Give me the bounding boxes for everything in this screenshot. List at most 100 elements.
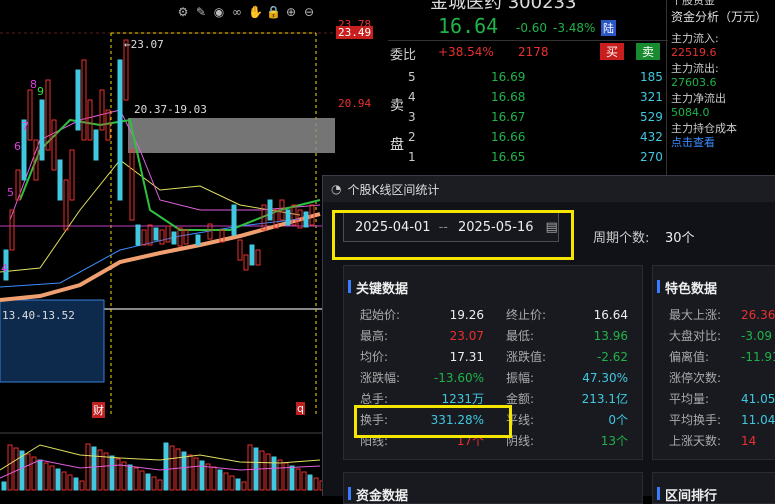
stat-label: 涨跌幅: [360, 371, 401, 385]
eye-icon[interactable]: ◉ [212, 5, 226, 19]
candle [129, 149, 135, 221]
fund-analysis-panel: 个股资金 资金分析（万元） 主力流入: 22519.6 主力流出: 27603.… [666, 0, 775, 175]
stat-value: -2.62 [596, 350, 628, 364]
special-stat-label: 偏离值: [669, 350, 710, 364]
candle [195, 234, 201, 246]
candle [39, 99, 45, 161]
volume-bar [163, 442, 169, 491]
ask-level-volume: 432 [640, 130, 663, 144]
outflow-value: 27603.6 [671, 76, 717, 89]
ask-level-price[interactable]: 16.68 [491, 90, 525, 104]
ask-level-price[interactable]: 16.69 [491, 70, 525, 84]
volume-bar [37, 459, 43, 491]
candle [117, 59, 123, 201]
stat-value: 16.64 [593, 308, 628, 322]
special-stat-value: 11.04 [741, 413, 775, 427]
inflow-value: 22519.6 [671, 46, 717, 59]
volume-bar [301, 471, 307, 491]
wave-num-6: 6 [14, 140, 21, 153]
interval-rank-card: 区间排行 [652, 472, 775, 504]
draw-pen-icon[interactable]: ✎ [194, 5, 208, 19]
ask-level-num: 3 [408, 110, 416, 124]
event-marker-q[interactable]: q [296, 402, 305, 415]
weibi-count: 2178 [518, 45, 549, 59]
candle [255, 249, 261, 266]
range-label: 20.37-19.03 [134, 103, 207, 116]
candle [105, 109, 111, 141]
kline-chart-canvas[interactable] [0, 0, 335, 495]
volume-bar [67, 474, 73, 491]
stat-label: 涨跌值: [506, 350, 547, 364]
volume-bar [229, 475, 235, 491]
ask-level-volume: 185 [640, 70, 663, 84]
volume-bar [187, 454, 193, 491]
volume-bar [175, 448, 181, 491]
stat-label: 最高: [360, 329, 389, 343]
candle [93, 129, 99, 161]
ask-level-price[interactable]: 16.67 [491, 110, 525, 124]
hand-icon[interactable]: ✋ [248, 5, 263, 19]
high-marker-label: ←23.07 [124, 38, 164, 51]
candle [267, 199, 273, 221]
volume-bar [1, 481, 7, 491]
fund-title: 资金分析（万元） [671, 10, 768, 24]
candle [183, 229, 189, 245]
ask-level-volume: 529 [640, 110, 663, 124]
sell-side-label-1: 卖 [390, 98, 404, 114]
axis-price-highlight: 23.49 [336, 26, 374, 39]
kline-chart[interactable]: ⚙ ✎ ◉ ∞ ✋ 🔒 ⊕ ⊖ 23.78 23.49 20.94 ←23.07… [0, 0, 374, 495]
ask-level-price[interactable]: 16.66 [491, 130, 525, 144]
volume-bar [115, 458, 121, 491]
candle [159, 229, 165, 245]
special-stat-label: 最大上涨: [669, 308, 722, 322]
wave-num-5: 5 [7, 186, 14, 199]
lock-icon[interactable]: 🔒 [266, 5, 281, 19]
outflow-label: 主力流出: [671, 62, 719, 75]
period-label: 周期个数: [593, 231, 650, 246]
date-range-highlight [332, 210, 574, 260]
stat-value: 1231万 [441, 392, 484, 406]
zoom-out-icon[interactable]: ⊖ [302, 5, 316, 19]
wave-num-8: 8 [30, 78, 37, 91]
volume-bar [61, 471, 67, 491]
price-change: -0.60 [516, 21, 548, 35]
last-price: 16.64 [438, 14, 499, 38]
special-stat-label: 平均换手: [669, 413, 722, 427]
stat-value: 13.96 [593, 329, 628, 343]
candle [153, 227, 159, 241]
candle [81, 59, 87, 141]
link-icon[interactable]: ∞ [230, 5, 244, 19]
sell-button[interactable]: 卖 [636, 43, 661, 60]
special-stat-value: 14 [741, 434, 757, 448]
volume-bar [121, 461, 127, 491]
net-outflow-value: 5084.0 [671, 106, 710, 119]
event-marker-cai[interactable]: 财 [92, 402, 105, 418]
volume-bar [313, 477, 319, 491]
candle [141, 229, 147, 246]
volume-bar [265, 453, 271, 491]
volume-bar [235, 478, 241, 491]
ask-level-volume: 321 [640, 90, 663, 104]
fund-data-card: 资金数据 [343, 472, 643, 504]
special-stat-value: 26.36 [741, 308, 775, 322]
stat-label: 起始价: [360, 308, 401, 322]
ask-level-price[interactable]: 16.65 [491, 150, 525, 164]
sell-side-label-2: 盘 [390, 137, 404, 153]
special-stat-label: 平均量: [669, 392, 710, 406]
settings-icon[interactable]: ⚙ [176, 5, 190, 19]
volume-bar [211, 466, 217, 491]
candle [51, 119, 57, 171]
interval-stats-dialog: ◔ 个股K线区间统计 2025-04-01 -- 2025-05-16 ▤ 周期… [322, 175, 775, 504]
dialog-titlebar[interactable]: ◔ 个股K线区间统计 [323, 176, 775, 202]
turnover-highlight [354, 405, 512, 438]
candle [285, 209, 291, 226]
inflow-label: 主力流入: [671, 32, 719, 45]
candle [63, 179, 69, 231]
buy-button[interactable]: 买 [600, 43, 625, 60]
view-link[interactable]: 点击查看 [671, 136, 715, 150]
ask-level-num: 1 [408, 150, 416, 164]
zoom-in-icon[interactable]: ⊕ [284, 5, 298, 19]
volume-bar [139, 470, 145, 491]
volume-bar [91, 446, 97, 491]
volume-bar [103, 452, 109, 491]
